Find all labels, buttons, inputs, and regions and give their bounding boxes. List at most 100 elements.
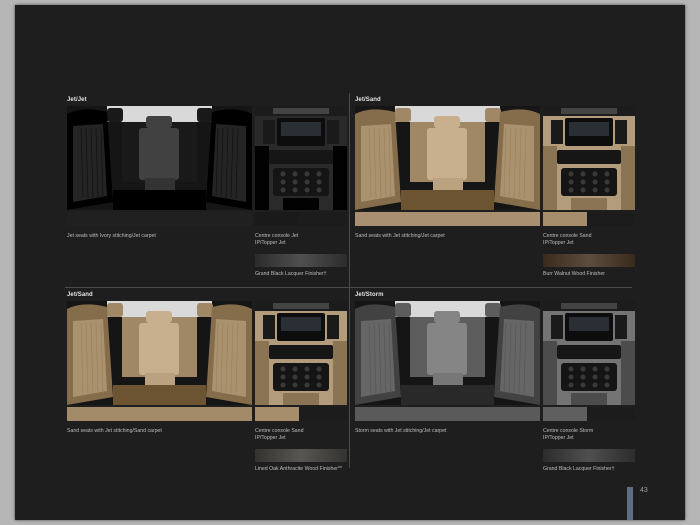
rear-right-headrest [485, 108, 501, 122]
seat-colour-swatch [355, 212, 540, 226]
centre-seat-back [139, 128, 179, 180]
control-button [568, 171, 574, 177]
control-button [568, 366, 574, 372]
rear-left-headrest [395, 303, 411, 317]
trim-panel-jet-jet: Jet/Jet Jet seats with Ivory stitching/J… [67, 97, 348, 282]
control-button [292, 187, 298, 193]
vertical-divider [349, 93, 350, 468]
right-vent [327, 120, 339, 144]
console-caption-line2: IP/Topper Jet [543, 239, 574, 246]
control-button [592, 366, 598, 372]
finisher-caption: Grand Black Lacquer Finisher† [543, 466, 615, 472]
control-button [280, 187, 286, 193]
control-button [280, 171, 286, 177]
control-button [580, 179, 586, 185]
console-image [543, 301, 635, 405]
control-button [304, 187, 310, 193]
control-button [568, 179, 574, 185]
climate-panel [269, 345, 333, 359]
seat-caption: Sand seats with Jet stitching/Sand carpe… [67, 428, 162, 434]
control-button [304, 382, 310, 388]
left-vent [551, 315, 563, 339]
seats-image [67, 301, 252, 405]
control-button [316, 187, 322, 193]
control-button [292, 179, 298, 185]
centre-seat-back [427, 128, 467, 180]
control-button [316, 179, 322, 185]
control-button [316, 366, 322, 372]
console-caption-line2: IP/Topper Jet [543, 434, 574, 441]
finisher-caption: Lined Oak Anthracite Wood Finisher** [255, 466, 342, 472]
control-button [304, 179, 310, 185]
console-image [543, 106, 635, 210]
top-vent [273, 303, 329, 309]
screen-display [281, 122, 321, 136]
seat-colour-swatch [67, 212, 252, 226]
seat-colour-swatch [67, 407, 252, 421]
console-image [255, 301, 347, 405]
finisher-caption: Grand Black Lacquer Finisher† [255, 271, 327, 277]
climate-panel [557, 150, 621, 164]
page-number: 43 [640, 487, 648, 494]
rear-left-headrest [107, 108, 123, 122]
seat-colour-swatch [355, 407, 540, 421]
control-button [592, 171, 598, 177]
left-console-trim [543, 341, 557, 405]
control-button [292, 171, 298, 177]
left-console-trim [255, 341, 269, 405]
centre-seat-back [139, 323, 179, 375]
right-vent [615, 120, 627, 144]
control-button [304, 171, 310, 177]
climate-panel [557, 345, 621, 359]
seat-caption: Sand seats with Jet stitching/Jet carpet [355, 233, 445, 239]
control-button [280, 382, 286, 388]
trim-panel-jet-sand: Jet/Sand Sand seats with Jet stitching/J… [355, 97, 636, 282]
control-button [304, 366, 310, 372]
console-colour-swatch [543, 212, 635, 226]
seats-image [355, 106, 540, 210]
control-button [604, 171, 610, 177]
control-button [592, 187, 598, 193]
finisher-swatch [543, 254, 635, 267]
centre-headrest [146, 311, 172, 323]
centre-cushion [433, 178, 463, 190]
control-button [568, 187, 574, 193]
seat-caption: Jet seats with Ivory stitching/Jet carpe… [67, 233, 156, 239]
panel-title: Jet/Storm [355, 292, 384, 298]
control-button [292, 374, 298, 380]
control-button [580, 374, 586, 380]
control-button [604, 179, 610, 185]
carpet-floor [401, 385, 494, 405]
console-image [255, 106, 347, 210]
trim-panel-jet-sand-carpet: Jet/Sand Sand seats with Jet stitching/S… [67, 292, 348, 477]
brochure-page: Jet/Jet Jet seats with Ivory stitching/J… [15, 5, 685, 520]
console-colour-swatch [543, 407, 635, 421]
panel-title: Jet/Jet [67, 97, 87, 103]
screen-display [569, 317, 609, 331]
carpet-floor [113, 385, 206, 405]
control-button [580, 366, 586, 372]
left-console-trim [543, 146, 557, 210]
gear-selector-surround [571, 393, 607, 405]
control-button [592, 382, 598, 388]
right-console-trim [621, 341, 635, 405]
console-colour-swatch [255, 212, 347, 226]
screen-display [281, 317, 321, 331]
carpet-floor [113, 190, 206, 210]
finisher-swatch [543, 449, 635, 462]
left-vent [263, 120, 275, 144]
console-colour-swatch [255, 407, 347, 421]
control-button [592, 374, 598, 380]
control-button [580, 382, 586, 388]
centre-seat-back [427, 323, 467, 375]
centre-headrest [434, 116, 460, 128]
left-vent [551, 120, 563, 144]
trim-panel-jet-storm: Jet/Storm Storm seats with Jet stitching… [355, 292, 636, 477]
seat-caption: Storm seats with Jet stitching/Jet carpe… [355, 428, 447, 434]
control-button [580, 171, 586, 177]
control-button [568, 374, 574, 380]
centre-cushion [145, 373, 175, 385]
centre-headrest [146, 116, 172, 128]
rear-right-headrest [485, 303, 501, 317]
control-button [604, 382, 610, 388]
